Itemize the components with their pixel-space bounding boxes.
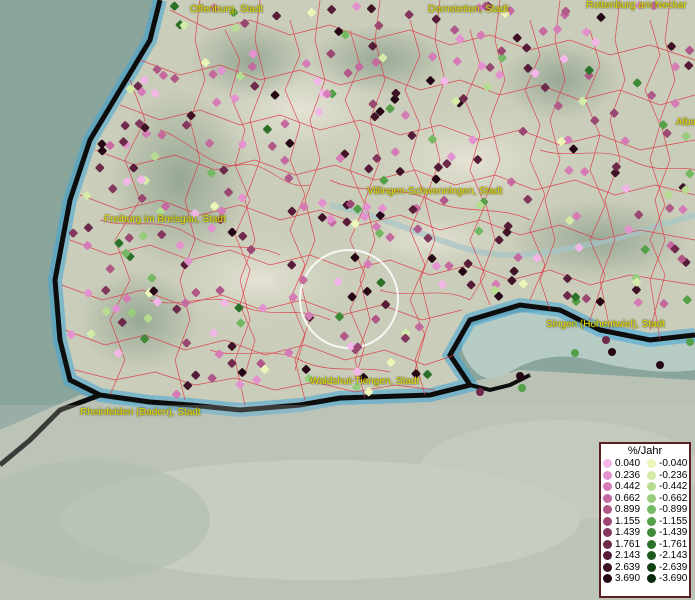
label-dornstetten: Dornstetten, Stadt [428, 4, 509, 15]
measurement-point [476, 388, 484, 396]
legend-value: -1.155 [659, 515, 688, 527]
measurement-point [571, 349, 579, 357]
legend-value: 1.761 [615, 538, 641, 550]
legend-swatch [647, 551, 656, 561]
legend-swatch [647, 459, 656, 469]
label-waldshut: Waldshut-Tiengen, Stadt [310, 376, 420, 387]
legend-value: -0.899 [659, 504, 688, 515]
label-freiburg: Freiburg im Breisgau, Stadt [104, 214, 226, 225]
legend-value: 1.439 [615, 527, 641, 538]
measurement-point [608, 348, 616, 356]
measurement-point [516, 372, 524, 380]
legend-swatch [603, 493, 612, 503]
legend-entry: 0.040 [601, 458, 645, 470]
legend-value: 3.690 [615, 573, 641, 584]
legend-value: -0.236 [659, 469, 688, 481]
legend-entry: 0.236 [601, 470, 645, 482]
label-singen: Singen (Hohentwiel), Stadt [546, 319, 665, 330]
label-offenburg: Offenburg, Stadt [190, 4, 264, 15]
label-rottenburg: Rottenburg am Neckar [586, 0, 687, 11]
legend-swatch [603, 539, 612, 549]
legend-swatch [603, 516, 612, 526]
legend-value: -1.761 [659, 538, 688, 550]
legend-entry: -0.236 [645, 470, 689, 482]
map-view[interactable]: Offenburg, Stadt Dornstetten, Stadt Rott… [0, 0, 695, 600]
legend-entry: -0.662 [645, 493, 689, 505]
legend-entry: 0.899 [601, 504, 645, 516]
legend-value: -1.439 [659, 527, 688, 538]
legend-value: 0.236 [615, 469, 641, 481]
measurement-point [686, 338, 694, 346]
legend-entry: -1.439 [645, 527, 689, 539]
legend-entry: 2.143 [601, 550, 645, 562]
legend-value: 2.639 [615, 561, 641, 573]
legend-swatch [647, 470, 656, 480]
measurement-point [518, 384, 526, 392]
legend-entry: -0.040 [645, 458, 689, 470]
legend-swatch [603, 459, 612, 469]
legend-entry: 3.690 [601, 573, 645, 585]
legend-swatch [647, 562, 656, 572]
legend-negative-column: -0.040 -0.236 -0.442 -0.662 -0.899 -1.155 -1.4… [645, 458, 689, 585]
legend-entry: 0.442 [601, 481, 645, 493]
legend-entry: 2.639 [601, 562, 645, 574]
legend-entry: -0.442 [645, 481, 689, 493]
legend-entry: -3.690 [645, 573, 689, 585]
legend-entry: -1.761 [645, 539, 689, 551]
legend-swatch [603, 562, 612, 572]
measurement-point [656, 361, 664, 369]
label-albstadt: Albs [676, 117, 695, 128]
legend-swatch [603, 470, 612, 480]
legend-swatch [647, 516, 656, 526]
legend-swatch [647, 505, 656, 515]
legend-value: -2.639 [659, 561, 688, 573]
legend-swatch [647, 493, 656, 503]
legend-swatch [647, 528, 656, 538]
legend-positive-column: 0.040 0.236 0.442 0.662 0.899 1.155 1.439 1.761… [601, 458, 645, 585]
legend-entry: 1.155 [601, 516, 645, 528]
legend-title: %/Jahr [627, 445, 663, 457]
legend-entry: -0.899 [645, 504, 689, 516]
legend-swatch [647, 574, 656, 584]
legend-swatch [603, 482, 612, 492]
legend-value: -3.690 [659, 573, 688, 584]
legend-value: -0.662 [659, 492, 688, 504]
legend-value: -2.143 [659, 550, 688, 561]
legend: %/Jahr 0.040 0.236 0.442 0.662 0.899 1.155 1.4… [599, 442, 691, 598]
label-villingen: Villingen-Schwenningen, Stadt [367, 186, 503, 197]
legend-value: -0.040 [659, 458, 688, 469]
legend-swatch [603, 574, 612, 584]
legend-entry: -1.155 [645, 516, 689, 528]
legend-swatch [647, 482, 656, 492]
legend-value: 2.143 [615, 550, 641, 561]
legend-entry: -2.143 [645, 550, 689, 562]
legend-entry: 1.761 [601, 539, 645, 551]
measurement-point [602, 336, 610, 344]
legend-entry: -2.639 [645, 562, 689, 574]
legend-value: 0.442 [615, 481, 641, 492]
terrain-layer [0, 0, 695, 600]
legend-value: 1.155 [615, 515, 641, 527]
legend-swatch [647, 539, 656, 549]
legend-value: 0.899 [615, 504, 641, 515]
legend-swatch [603, 528, 612, 538]
legend-value: 0.040 [615, 458, 641, 469]
legend-value: 0.662 [615, 492, 641, 504]
legend-swatch [603, 505, 612, 515]
legend-swatch [603, 551, 612, 561]
label-rheinfelden: Rheinfelden (Baden), Stadt [80, 407, 201, 418]
legend-entry: 0.662 [601, 493, 645, 505]
legend-value: -0.442 [659, 481, 688, 492]
legend-entry: 1.439 [601, 527, 645, 539]
